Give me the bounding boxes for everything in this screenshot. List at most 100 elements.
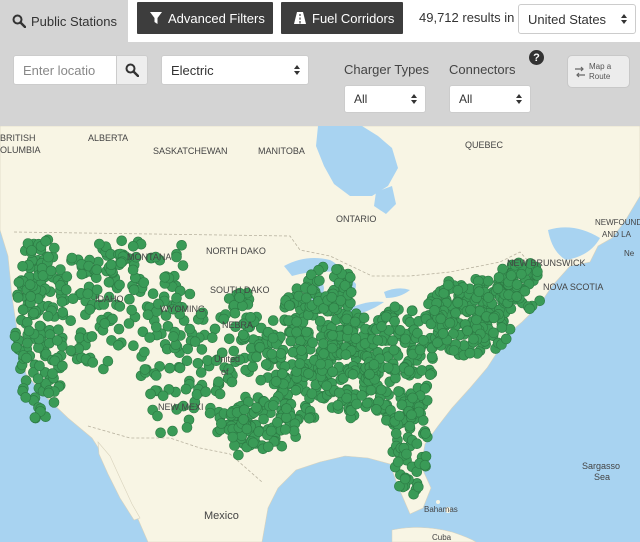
station-marker[interactable] <box>216 418 227 429</box>
station-marker[interactable] <box>260 359 272 370</box>
station-marker[interactable] <box>23 325 35 337</box>
station-marker[interactable] <box>281 403 292 414</box>
station-marker[interactable] <box>437 328 449 339</box>
station-marker[interactable] <box>255 374 267 386</box>
station-marker[interactable] <box>168 331 179 342</box>
station-marker[interactable] <box>418 335 429 346</box>
station-marker[interactable] <box>9 330 21 342</box>
station-marker[interactable] <box>56 296 68 308</box>
station-marker[interactable] <box>53 324 64 335</box>
station-marker[interactable] <box>159 272 170 283</box>
station-marker[interactable] <box>152 410 163 422</box>
station-marker[interactable] <box>267 315 279 326</box>
station-marker[interactable] <box>515 268 527 280</box>
station-marker[interactable] <box>400 333 411 345</box>
station-marker[interactable] <box>307 337 319 348</box>
station-marker[interactable] <box>314 275 325 286</box>
station-marker[interactable] <box>465 304 476 316</box>
station-marker[interactable] <box>21 352 32 364</box>
station-marker[interactable] <box>87 357 99 368</box>
station-marker[interactable] <box>318 348 330 359</box>
station-marker[interactable] <box>144 332 155 343</box>
station-marker[interactable] <box>209 323 221 335</box>
station-marker[interactable] <box>103 277 115 288</box>
station-marker[interactable] <box>147 288 159 299</box>
station-marker[interactable] <box>327 330 338 341</box>
station-marker[interactable] <box>444 317 456 329</box>
station-marker[interactable] <box>349 316 361 328</box>
station-marker[interactable] <box>285 335 297 347</box>
station-marker[interactable] <box>435 313 447 325</box>
station-marker[interactable] <box>452 285 464 296</box>
station-marker[interactable] <box>21 317 33 328</box>
location-search-button[interactable] <box>116 55 148 85</box>
charger-types-select[interactable]: All <box>344 85 426 113</box>
station-marker[interactable] <box>40 235 52 247</box>
station-marker[interactable] <box>84 304 96 315</box>
station-marker[interactable] <box>291 316 303 328</box>
station-marker[interactable] <box>318 338 329 349</box>
station-marker[interactable] <box>128 340 139 351</box>
station-marker[interactable] <box>462 325 473 337</box>
station-marker[interactable] <box>432 337 443 348</box>
station-marker[interactable] <box>411 438 423 450</box>
station-marker[interactable] <box>196 344 208 355</box>
station-marker[interactable] <box>204 407 216 419</box>
station-marker[interactable] <box>142 309 154 321</box>
station-marker[interactable] <box>171 251 182 263</box>
station-marker[interactable] <box>452 297 464 308</box>
station-marker[interactable] <box>448 345 460 356</box>
station-marker[interactable] <box>267 400 279 411</box>
station-marker[interactable] <box>151 321 162 333</box>
station-marker[interactable] <box>372 335 384 346</box>
station-marker[interactable] <box>17 261 28 272</box>
station-marker[interactable] <box>272 416 283 428</box>
station-marker[interactable] <box>177 260 189 271</box>
station-marker[interactable] <box>328 302 340 314</box>
station-marker[interactable] <box>13 277 25 288</box>
station-marker[interactable] <box>347 369 359 380</box>
station-marker[interactable] <box>180 383 192 395</box>
station-marker[interactable] <box>493 272 505 283</box>
station-marker[interactable] <box>105 259 117 270</box>
station-marker[interactable] <box>288 425 300 437</box>
station-marker[interactable] <box>20 392 32 403</box>
advanced-filters-button[interactable]: Advanced Filters <box>137 2 273 34</box>
help-icon[interactable]: ? <box>529 50 544 65</box>
station-marker[interactable] <box>34 320 46 332</box>
station-marker[interactable] <box>344 271 356 283</box>
station-marker[interactable] <box>207 332 218 343</box>
station-marker[interactable] <box>327 366 338 378</box>
station-marker[interactable] <box>401 448 412 460</box>
station-marker[interactable] <box>145 388 156 400</box>
station-marker[interactable] <box>321 380 332 392</box>
station-marker[interactable] <box>184 288 196 300</box>
station-marker[interactable] <box>511 291 523 302</box>
station-marker[interactable] <box>483 292 494 303</box>
station-marker[interactable] <box>126 304 137 316</box>
station-marker[interactable] <box>390 428 402 439</box>
station-marker[interactable] <box>266 348 278 360</box>
station-marker[interactable] <box>139 346 150 358</box>
station-marker[interactable] <box>314 315 326 327</box>
station-marker[interactable] <box>181 422 193 433</box>
country-select[interactable]: United States <box>518 4 636 34</box>
station-marker[interactable] <box>365 384 377 396</box>
station-marker[interactable] <box>113 340 124 351</box>
station-marker[interactable] <box>315 358 327 370</box>
fuel-type-select[interactable]: Electric <box>161 55 309 85</box>
station-marker[interactable] <box>404 420 416 432</box>
station-marker[interactable] <box>442 279 454 291</box>
station-marker[interactable] <box>28 307 40 319</box>
station-marker[interactable] <box>48 242 60 254</box>
station-marker[interactable] <box>270 376 282 387</box>
station-marker[interactable] <box>164 362 175 374</box>
station-marker[interactable] <box>267 332 279 344</box>
station-marker[interactable] <box>284 300 295 311</box>
station-marker[interactable] <box>61 284 72 295</box>
station-marker[interactable] <box>407 392 418 404</box>
station-marker[interactable] <box>424 369 436 380</box>
station-marker[interactable] <box>341 392 353 404</box>
station-marker[interactable] <box>342 324 354 336</box>
station-marker[interactable] <box>192 358 204 369</box>
